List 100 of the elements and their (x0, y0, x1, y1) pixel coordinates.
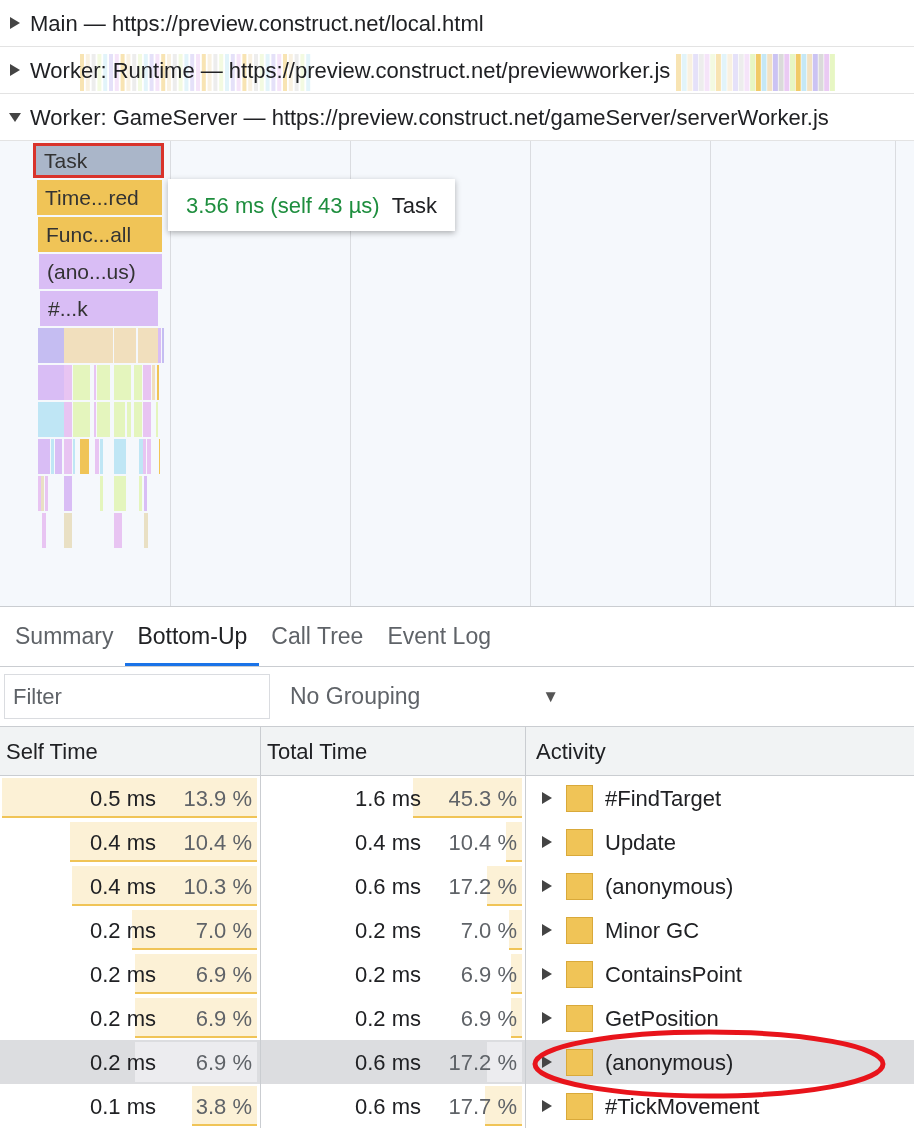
flame-chart-block[interactable] (73, 365, 90, 400)
flame-chart-block[interactable] (100, 476, 103, 511)
time-percent: 10.3 % (182, 872, 252, 901)
flame-chart-block[interactable] (127, 402, 131, 437)
time-value: 0.2 ms (89, 916, 156, 945)
tab[interactable]: Call Tree (259, 609, 376, 666)
column-header[interactable]: Total Time (261, 727, 526, 775)
time-value: 0.5 ms (89, 784, 156, 813)
activity-name: (anonymous) (605, 872, 734, 901)
activity-name: (anonymous) (605, 1048, 734, 1077)
expand-arrow-icon[interactable] (540, 923, 554, 937)
time-percent: 6.9 % (194, 960, 252, 989)
flame-chart-block[interactable] (38, 476, 41, 511)
time-percent: 13.9 % (182, 784, 252, 813)
flame-chart-block[interactable] (139, 439, 143, 474)
time-value: 0.2 ms (89, 960, 156, 989)
flame-chart-entry[interactable]: Func...all (38, 217, 162, 252)
flame-chart-block[interactable] (41, 476, 44, 511)
category-icon (566, 1004, 593, 1032)
flame-chart-block[interactable] (73, 402, 90, 437)
flame-chart-block[interactable] (143, 365, 151, 400)
time-value: 0.2 ms (354, 1004, 421, 1033)
flame-chart-block[interactable] (64, 328, 113, 363)
activity-name: Update (605, 828, 676, 857)
flame-chart-entry[interactable]: #...k (40, 291, 114, 326)
flame-chart-block[interactable] (38, 365, 64, 400)
flame-chart-block[interactable] (38, 439, 50, 474)
column-header[interactable]: Activity (526, 727, 914, 775)
expand-arrow-icon[interactable] (540, 1055, 554, 1069)
activity-name: #TickMovement (605, 1092, 760, 1121)
time-value: 0.4 ms (89, 828, 156, 857)
flame-chart-block[interactable] (80, 439, 89, 474)
time-percent: 6.9 % (459, 960, 517, 989)
time-value: 0.4 ms (354, 828, 421, 857)
flame-chart-block[interactable] (138, 328, 158, 363)
flame-chart-block[interactable] (114, 402, 125, 437)
tab[interactable]: Event Log (375, 609, 503, 666)
flame-chart-block[interactable] (114, 513, 122, 548)
expand-arrow-icon[interactable] (540, 1011, 554, 1025)
time-percent: 17.7 % (447, 1092, 517, 1121)
flame-chart-block[interactable] (134, 365, 142, 400)
time-percent: 6.9 % (194, 1048, 252, 1077)
flame-chart-entry[interactable]: Time...red (37, 180, 162, 215)
expand-arrow-icon[interactable] (540, 879, 554, 893)
flame-chart-block[interactable] (64, 476, 72, 511)
flame-chart-block[interactable] (64, 513, 72, 548)
flame-chart-block[interactable] (38, 402, 64, 437)
flame-chart-block[interactable] (114, 365, 131, 400)
flame-chart-entry[interactable]: (ano...us) (39, 254, 162, 289)
tooltip-name: Task (391, 191, 437, 220)
flame-chart-block[interactable] (42, 513, 46, 548)
flame-chart-block[interactable] (64, 402, 72, 437)
flame-chart-block[interactable] (114, 328, 136, 363)
flame-chart-block[interactable] (147, 439, 151, 474)
time-percent: 6.9 % (459, 1004, 517, 1033)
expand-arrow-icon[interactable] (540, 967, 554, 981)
expand-arrow-icon[interactable] (540, 1099, 554, 1113)
expand-arrow-icon[interactable] (8, 63, 22, 77)
tab[interactable]: Summary (3, 609, 126, 666)
time-value: 0.6 ms (354, 1048, 421, 1077)
column-header[interactable]: Self Time (0, 727, 261, 775)
flame-chart-block[interactable] (139, 476, 142, 511)
flame-chart-block[interactable] (45, 476, 48, 511)
flame-chart-block[interactable] (152, 365, 155, 400)
activity-name: ContainsPoint (605, 960, 742, 989)
time-percent: 6.9 % (194, 1004, 252, 1033)
time-value: 1.6 ms (354, 784, 421, 813)
flame-chart-block[interactable] (143, 402, 151, 437)
flame-chart-block[interactable] (114, 476, 126, 511)
flame-chart-block[interactable] (143, 439, 146, 474)
flame-chart-block[interactable] (97, 402, 110, 437)
expand-arrow-icon[interactable] (8, 16, 22, 30)
flame-chart-block[interactable] (100, 439, 103, 474)
table-row[interactable]: 0.2 ms 6.9 % 0.6 ms 17.2 % (anonymous) (0, 1040, 914, 1084)
flame-chart-block[interactable] (51, 439, 54, 474)
expand-arrow-icon[interactable] (540, 835, 554, 849)
flame-chart-block[interactable] (55, 439, 62, 474)
tooltip-duration: 3.56 ms (self 43 µs) (186, 191, 380, 220)
flame-chart-block[interactable] (95, 439, 99, 474)
flame-chart-block[interactable] (38, 328, 64, 363)
time-value: 0.2 ms (354, 916, 421, 945)
grouping-dropdown[interactable]: No Grouping ▼ (282, 674, 567, 719)
flame-chart-entry[interactable]: Task (33, 143, 164, 178)
filter-field[interactable]: Filter (4, 674, 270, 719)
flame-chart-block[interactable] (144, 476, 147, 511)
flame-chart-block[interactable] (97, 365, 110, 400)
time-value: 0.2 ms (89, 1004, 156, 1033)
flame-chart-block[interactable] (112, 291, 158, 326)
time-percent: 3.8 % (194, 1092, 252, 1121)
flame-chart-block[interactable] (64, 439, 72, 474)
collapse-arrow-icon[interactable] (8, 110, 22, 124)
time-value: 0.6 ms (354, 1092, 421, 1121)
flame-chart-block[interactable] (64, 365, 72, 400)
expand-arrow-icon[interactable] (540, 791, 554, 805)
flame-chart-block[interactable] (144, 513, 148, 548)
flame-chart-block[interactable] (134, 402, 142, 437)
flame-chart-block[interactable] (158, 328, 161, 363)
flame-chart-block[interactable] (114, 439, 126, 474)
tab[interactable]: Bottom-Up (125, 609, 260, 666)
activity-name: GetPosition (605, 1004, 719, 1033)
